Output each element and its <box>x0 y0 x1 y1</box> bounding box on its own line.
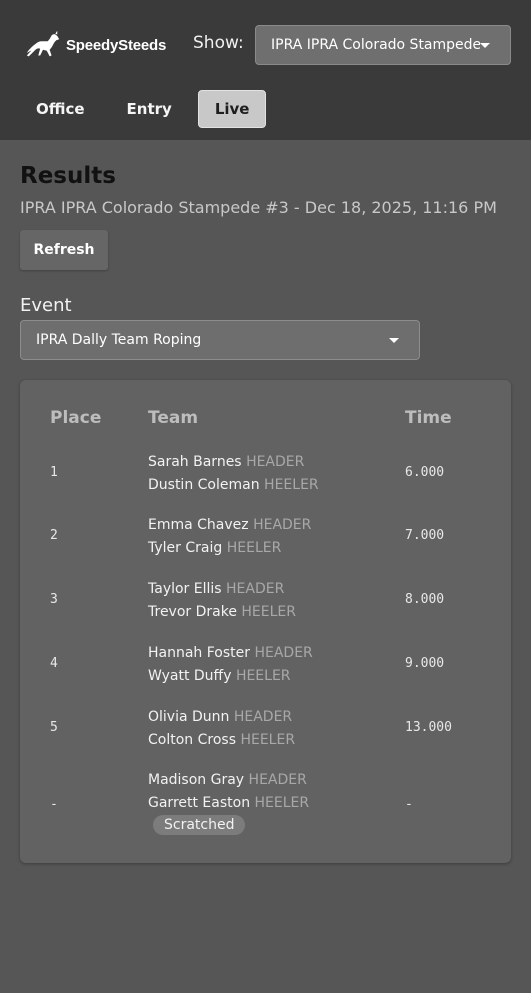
team-member-header: Emma Chavez HEADER <box>148 514 311 537</box>
time-cell: 13.000 <box>405 720 452 735</box>
team-member-header: Sarah Barnes HEADER <box>148 451 319 474</box>
team-member-header: Hannah Foster HEADER <box>148 642 313 665</box>
show-select-value: IPRA IPRA Colorado Stampede #3 <box>271 37 480 53</box>
team-member-header: Olivia Dunn HEADER <box>148 706 295 729</box>
brand-logo[interactable]: SpeedySteeds <box>24 28 166 62</box>
member-name: Trevor Drake <box>148 603 237 620</box>
time-cell: 9.000 <box>405 656 445 671</box>
member-role: HEADER <box>253 517 312 533</box>
team-cell: Taylor Ellis HEADER Trevor Drake HEELER <box>148 578 296 623</box>
member-name: Taylor Ellis <box>148 581 222 597</box>
tab-bar: Office Entry Live <box>20 90 267 130</box>
time-cell: 7.000 <box>405 528 445 543</box>
time-cell: 6.000 <box>405 465 445 480</box>
member-role: HEADER <box>254 645 313 661</box>
caret-down-icon <box>389 338 399 343</box>
team-member-header: Madison Gray HEADER <box>148 769 309 792</box>
time-cell: - <box>405 797 413 812</box>
team-cell: Sarah Barnes HEADER Dustin Coleman HEELE… <box>148 451 319 496</box>
page-title: Results <box>20 163 116 189</box>
column-header-time: Time <box>405 408 452 428</box>
team-cell: Olivia Dunn HEADER Colton Cross HEELER <box>148 706 295 751</box>
place-cell: 1 <box>50 465 58 480</box>
member-role: HEELER <box>235 667 291 684</box>
member-name: Olivia Dunn <box>148 709 230 725</box>
member-role: HEELER <box>226 539 282 556</box>
horse-icon <box>26 30 60 57</box>
status-badge: Scratched <box>153 815 246 835</box>
member-role: HEADER <box>233 709 293 725</box>
place-cell: 3 <box>50 592 58 607</box>
tab-office[interactable]: Office <box>20 90 101 128</box>
member-role: HEELER <box>241 603 296 620</box>
member-name: Wyatt Duffy <box>148 667 232 684</box>
results-subtitle: IPRA IPRA Colorado Stampede #3 - Dec 18,… <box>20 198 497 217</box>
place-cell: 4 <box>50 656 58 671</box>
results-table: Place Team Time 1 Sarah Barnes HEADER Du… <box>20 380 511 863</box>
member-name: Tyler Craig <box>148 539 223 556</box>
member-name: Dustin Coleman <box>148 476 260 493</box>
place-cell: 5 <box>50 720 58 735</box>
member-name: Madison Gray <box>148 772 245 788</box>
time-cell: 8.000 <box>405 592 445 607</box>
team-member-heeler: Colton Cross HEELER <box>148 729 295 752</box>
team-member-heeler: Dustin Coleman HEELER <box>148 474 319 497</box>
member-name: Emma Chavez <box>148 517 249 533</box>
member-name: Hannah Foster <box>148 645 251 661</box>
member-role: HEADER <box>246 454 305 470</box>
place-cell: 2 <box>50 528 58 543</box>
member-role: HEELER <box>264 476 319 493</box>
team-cell: Hannah Foster HEADER Wyatt Duffy HEELER <box>148 642 313 687</box>
tab-entry[interactable]: Entry <box>111 90 188 128</box>
column-header-place: Place <box>50 408 102 428</box>
event-select-value: IPRA Dally Team Roping <box>36 332 202 348</box>
team-cell: Emma Chavez HEADER Tyler Craig HEELER <box>148 514 311 559</box>
member-role: HEELER <box>254 794 310 811</box>
member-name: Colton Cross <box>148 731 236 748</box>
caret-down-icon <box>480 43 490 48</box>
team-member-heeler: Wyatt Duffy HEELER <box>148 665 313 688</box>
brand-name: SpeedySteeds <box>66 36 167 54</box>
tab-live[interactable]: Live <box>197 90 267 128</box>
event-label: Event <box>20 295 72 316</box>
event-select[interactable]: IPRA Dally Team Roping <box>20 320 420 360</box>
member-name: Sarah Barnes <box>148 454 242 470</box>
refresh-button[interactable]: Refresh <box>20 230 108 270</box>
team-member-header: Taylor Ellis HEADER <box>148 578 296 601</box>
place-cell: - <box>50 797 58 812</box>
member-role: HEADER <box>226 581 285 597</box>
column-header-team: Team <box>148 408 199 428</box>
show-label: Show: <box>193 33 244 53</box>
team-cell: Madison Gray HEADER Garrett Easton HEELE… <box>148 769 309 835</box>
show-select[interactable]: IPRA IPRA Colorado Stampede #3 <box>255 25 511 65</box>
member-role: HEADER <box>248 772 307 788</box>
team-member-heeler: Garrett Easton HEELER <box>148 792 309 815</box>
team-member-heeler: Tyler Craig HEELER <box>148 537 311 560</box>
member-name: Garrett Easton <box>148 794 251 811</box>
team-member-heeler: Trevor Drake HEELER <box>148 601 296 624</box>
member-role: HEELER <box>240 731 296 748</box>
top-navbar: SpeedySteeds Show: IPRA IPRA Colorado St… <box>0 0 531 140</box>
